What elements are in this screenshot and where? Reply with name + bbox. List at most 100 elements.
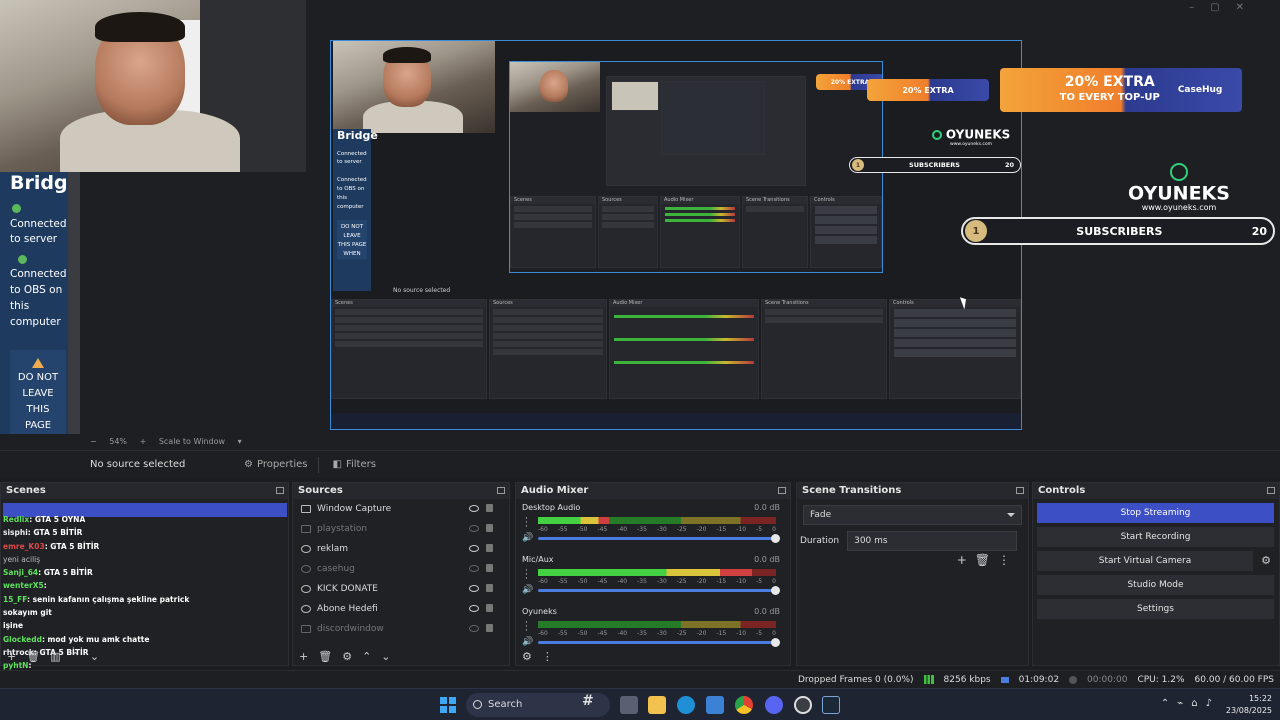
source-item[interactable]: reklam <box>293 539 509 559</box>
status-bar: Dropped Frames 0 (0.0%) 8256 kbps 01:09:… <box>0 670 1280 688</box>
hashtag-icon[interactable]: # <box>582 693 594 709</box>
lock-icon[interactable] <box>486 564 493 572</box>
speaker-icon[interactable]: 🔊 <box>522 637 533 647</box>
speaker-icon[interactable]: 🔊 <box>522 585 533 595</box>
lock-icon[interactable] <box>486 524 493 532</box>
lock-icon[interactable] <box>486 624 493 632</box>
windows-start-icon[interactable] <box>440 697 456 713</box>
controls-dock: Controls Stop Streaming Start Recording … <box>1032 482 1280 666</box>
stop-streaming-button[interactable]: Stop Streaming <box>1037 503 1274 523</box>
volume-slider-handle[interactable] <box>771 638 780 647</box>
start-recording-button[interactable]: Start Recording <box>1037 527 1274 547</box>
source-item[interactable]: Abone Hedefi <box>293 599 509 619</box>
lock-icon[interactable] <box>486 584 493 592</box>
remove-source-button[interactable]: 🗑 <box>318 650 332 663</box>
source-item[interactable]: discordwindow <box>293 619 509 639</box>
chat-line: sisphi: GTA 5 BİTİR <box>3 528 83 538</box>
add-source-button[interactable]: + <box>299 650 308 663</box>
remove-scene-button[interactable]: 🗑 <box>26 650 40 663</box>
channel-menu-icon[interactable]: · · · <box>525 567 528 584</box>
mixer-channel: Desktop Audio 0.0 dB · · · -60 -55 -50 -45 -40 -35… <box>516 499 790 551</box>
eye-hidden-icon[interactable] <box>469 565 479 572</box>
source-label: Abone Hedefi <box>317 604 378 614</box>
mixer-menu-icon[interactable]: ⋮ <box>542 650 553 663</box>
meter-tick-label: -50 <box>577 578 588 585</box>
lock-icon[interactable] <box>486 604 493 612</box>
speaker-icon[interactable]: 🔊 <box>522 533 533 543</box>
window-controls[interactable]: –▢✕ <box>1189 2 1260 13</box>
zoom-mode-select[interactable]: Scale to Window <box>159 437 225 446</box>
channel-menu-icon[interactable]: · · · <box>525 619 528 636</box>
zoom-in-button[interactable]: + <box>140 437 147 446</box>
duration-input[interactable]: 300 ms <box>847 531 1018 551</box>
source-properties-button[interactable]: ⚙ <box>342 650 352 663</box>
move-down-button[interactable]: ⌄ <box>381 650 390 663</box>
volume-slider[interactable] <box>538 641 776 644</box>
preview-canvas[interactable]: –▢✕ Bridge Connected to server Connected… <box>0 0 1280 464</box>
meter-tick-label: -35 <box>637 526 647 533</box>
store-icon[interactable] <box>706 696 724 714</box>
eye-icon[interactable] <box>469 545 479 552</box>
scenes-dock: Scenes Redlix: GTA 5 OYNA sisphi: GTA 5 … <box>0 482 289 670</box>
start-virtual-camera-button[interactable]: Start Virtual Camera ⚙ <box>1037 551 1271 571</box>
volume-slider-handle[interactable] <box>771 586 780 595</box>
properties-button[interactable]: ⚙ Properties <box>238 459 314 470</box>
move-down-button[interactable]: ⌄ <box>90 650 99 663</box>
source-item[interactable]: casehug <box>293 559 509 579</box>
source-item[interactable]: KICK DONATE <box>293 579 509 599</box>
eye-icon[interactable] <box>469 505 479 512</box>
float-dock-icon[interactable] <box>497 487 505 494</box>
chrome-icon[interactable] <box>735 696 753 714</box>
record-icon <box>1069 675 1078 684</box>
nested-sub-goal-value: 20 <box>1004 161 1014 169</box>
channel-menu-icon[interactable]: · · · <box>525 515 528 532</box>
gear-icon[interactable]: ⚙ <box>1261 551 1271 571</box>
studio-mode-button[interactable]: Studio Mode <box>1037 575 1274 595</box>
add-scene-button[interactable]: + <box>7 650 16 663</box>
source-item[interactable]: Window Capture <box>293 499 509 519</box>
system-tray[interactable]: ⌃⌁⌂♪ <box>1161 698 1220 709</box>
volume-slider-handle[interactable] <box>771 534 780 543</box>
sources-header: Sources <box>293 483 509 499</box>
lock-icon[interactable] <box>486 544 493 552</box>
chat-line: Redlix: GTA 5 OYNA <box>3 515 86 524</box>
volume-slider[interactable] <box>538 589 776 592</box>
float-dock-icon[interactable] <box>276 487 284 494</box>
add-icon[interactable]: + <box>957 553 975 567</box>
chat-line: wenterX5: <box>3 581 47 591</box>
lock-icon[interactable] <box>486 504 493 512</box>
volume-slider[interactable] <box>538 537 776 540</box>
move-up-button[interactable]: ⌃ <box>362 650 371 663</box>
discord-icon[interactable] <box>765 696 783 714</box>
filters-label: Filters <box>345 459 376 470</box>
eye-icon[interactable] <box>469 585 479 592</box>
taskbar-clock[interactable]: 15:22 23/08/2025 <box>1226 693 1272 717</box>
settings-button[interactable]: Settings <box>1037 599 1274 619</box>
filters-button[interactable]: ◧ Filters <box>327 459 382 470</box>
eye-icon[interactable] <box>469 605 479 612</box>
preview-scrollbar[interactable] <box>68 172 80 464</box>
float-dock-icon[interactable] <box>1016 487 1024 494</box>
more-icon[interactable]: ⋮ <box>998 553 1018 567</box>
float-dock-icon[interactable] <box>778 487 786 494</box>
file-explorer-icon[interactable] <box>648 696 666 714</box>
chevron-down-icon[interactable]: ▾ <box>238 437 242 446</box>
task-view-icon[interactable] <box>620 696 638 714</box>
source-item[interactable]: playstation <box>293 519 509 539</box>
eye-hidden-icon[interactable] <box>469 525 479 532</box>
search-icon <box>473 700 482 709</box>
steam-icon[interactable] <box>822 696 840 714</box>
float-dock-icon[interactable] <box>1267 487 1275 494</box>
zoom-out-button[interactable]: − <box>90 437 97 446</box>
sources-dock: Sources Window Capture playstation rekla… <box>292 482 510 666</box>
obs-icon[interactable] <box>794 696 812 714</box>
trash-icon[interactable]: 🗑 <box>975 553 998 567</box>
gear-icon: ⚙ <box>244 459 253 470</box>
transitions-header: Scene Transitions <box>797 483 1028 499</box>
scene-filters-button[interactable]: ▥ <box>50 650 60 663</box>
transition-select[interactable]: Fade <box>803 505 1022 525</box>
edge-icon[interactable] <box>677 696 695 714</box>
move-up-button[interactable]: ⌃ <box>71 650 80 663</box>
eye-hidden-icon[interactable] <box>469 625 479 632</box>
mixer-settings-icon[interactable]: ⚙ <box>522 650 532 663</box>
